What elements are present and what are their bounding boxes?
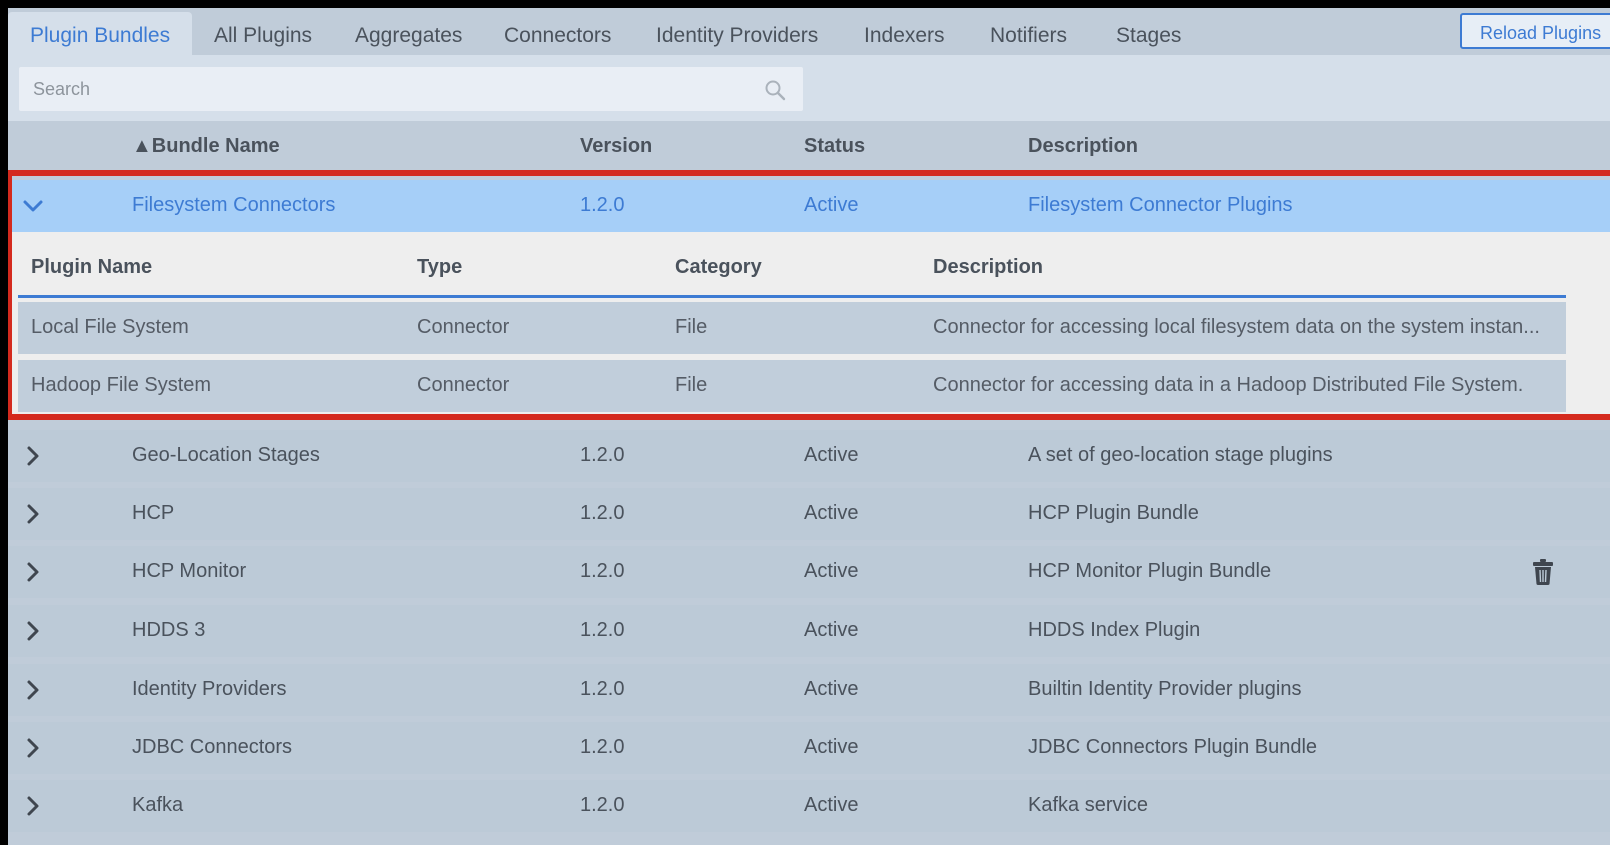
bundle-name: Identity Providers [132, 678, 287, 700]
bundle-version: 1.2.0 [580, 736, 625, 758]
chevron-down-icon[interactable] [22, 194, 44, 218]
bundle-name: HCP [132, 502, 175, 524]
plugin-type: Connector [417, 316, 510, 338]
bundle-version: 1.2.0 [580, 194, 625, 216]
bundle-version: 1.2.0 [580, 619, 625, 641]
tab-aggregates[interactable]: Aggregates [355, 12, 462, 55]
search-input[interactable] [19, 67, 759, 111]
bundle-description: A set of geo-location stage plugins [1028, 444, 1333, 466]
description-column-header[interactable]: Description [1028, 135, 1138, 158]
plugin-subtable-header: Plugin Name Type Category Description [18, 232, 1566, 298]
bundle-row[interactable]: Identity Providers 1.2.0 Active Builtin … [8, 664, 1610, 716]
chevron-right-icon[interactable] [22, 444, 44, 468]
plugin-row[interactable]: Hadoop File System Connector File Connec… [18, 360, 1566, 412]
bundle-name: HDDS 3 [132, 619, 206, 641]
bundle-row[interactable]: Kafka 1.2.0 Active Kafka service [8, 780, 1610, 832]
bundle-name: JDBC Connectors [132, 736, 293, 758]
bundle-row[interactable]: HCP 1.2.0 Active HCP Plugin Bundle [8, 488, 1610, 540]
bundle-status: Active [804, 560, 859, 582]
plugin-description: Connector for accessing data in a Hadoop… [933, 374, 1524, 396]
bundle-status: Active [804, 444, 859, 466]
tab-stages[interactable]: Stages [1116, 12, 1181, 55]
plugin-name: Hadoop File System [31, 374, 212, 396]
bundle-status: Active [804, 194, 859, 216]
tab-notifiers[interactable]: Notifiers [990, 12, 1067, 55]
bundle-description: Builtin Identity Provider plugins [1028, 678, 1302, 700]
bundle-status: Active [804, 619, 859, 641]
bundle-version: 1.2.0 [580, 502, 625, 524]
version-column-header[interactable]: Version [580, 135, 652, 158]
search-bar [8, 55, 1610, 121]
bundle-status: Active [804, 736, 859, 758]
plugin-category: File [675, 374, 708, 396]
tab-connectors[interactable]: Connectors [504, 12, 611, 55]
type-column-header[interactable]: Type [417, 256, 462, 279]
bundle-row-expanded[interactable]: Filesystem Connectors 1.2.0 Active Files… [8, 180, 1610, 232]
chevron-right-icon[interactable] [22, 794, 44, 818]
plugin-manager: Plugin Bundles All Plugins Aggregates Co… [8, 8, 1610, 845]
bundle-name-column-header[interactable]: ▲Bundle Name [132, 135, 280, 158]
bundle-description: Filesystem Connector Plugins [1028, 194, 1293, 216]
plugin-description-column-header[interactable]: Description [933, 256, 1043, 279]
chevron-right-icon[interactable] [22, 678, 44, 702]
category-column-header[interactable]: Category [675, 256, 762, 279]
bundle-description: JDBC Connectors Plugin Bundle [1028, 736, 1318, 758]
bundle-name: Kafka [132, 794, 184, 816]
bundle-description: Kafka service [1028, 794, 1149, 816]
tab-identity-providers[interactable]: Identity Providers [656, 12, 818, 55]
bundle-name: HCP Monitor [132, 560, 247, 582]
bundle-name: Filesystem Connectors [132, 194, 336, 216]
plugin-name-column-header[interactable]: Plugin Name [31, 256, 152, 279]
plugin-category: File [675, 316, 708, 338]
bundle-version: 1.2.0 [580, 560, 625, 582]
chevron-right-icon[interactable] [22, 560, 44, 584]
bundle-version: 1.2.0 [580, 678, 625, 700]
bundle-status: Active [804, 678, 859, 700]
tab-bar: Plugin Bundles All Plugins Aggregates Co… [8, 8, 1610, 55]
trash-icon[interactable] [1532, 558, 1554, 586]
tab-indexers[interactable]: Indexers [864, 12, 945, 55]
bundle-description: HCP Plugin Bundle [1028, 502, 1199, 524]
plugin-name: Local File System [31, 316, 189, 338]
bundle-row[interactable]: HCP Monitor 1.2.0 Active HCP Monitor Plu… [8, 546, 1610, 598]
plugin-type: Connector [417, 374, 510, 396]
plugin-row[interactable]: Local File System Connector File Connect… [18, 302, 1566, 354]
bundle-status: Active [804, 502, 859, 524]
bundle-row[interactable]: Geo-Location Stages 1.2.0 Active A set o… [8, 430, 1610, 482]
search-icon[interactable] [764, 79, 786, 101]
bundle-status: Active [804, 794, 859, 816]
status-column-header[interactable]: Status [804, 135, 865, 158]
bundle-description: HCP Monitor Plugin Bundle [1028, 560, 1272, 582]
bundle-description: HDDS Index Plugin [1028, 619, 1201, 641]
bundle-version: 1.2.0 [580, 794, 625, 816]
bundle-version: 1.2.0 [580, 444, 625, 466]
search-box [19, 67, 803, 111]
tab-all-plugins[interactable]: All Plugins [214, 12, 312, 55]
bundle-row[interactable]: HDDS 3 1.2.0 Active HDDS Index Plugin [8, 605, 1610, 657]
chevron-right-icon[interactable] [22, 736, 44, 760]
bundle-row[interactable]: JDBC Connectors 1.2.0 Active JDBC Connec… [8, 722, 1610, 774]
chevron-right-icon[interactable] [22, 502, 44, 526]
tab-plugin-bundles[interactable]: Plugin Bundles [8, 12, 193, 55]
plugin-description: Connector for accessing local filesystem… [933, 316, 1540, 338]
bundle-name: Geo-Location Stages [132, 444, 320, 466]
plugin-subtable: Plugin Name Type Category Description Lo… [8, 232, 1610, 420]
table-header: ▲Bundle Name Version Status Description [8, 121, 1610, 173]
reload-plugins-button[interactable]: Reload Plugins [1460, 13, 1610, 49]
chevron-right-icon[interactable] [22, 619, 44, 643]
